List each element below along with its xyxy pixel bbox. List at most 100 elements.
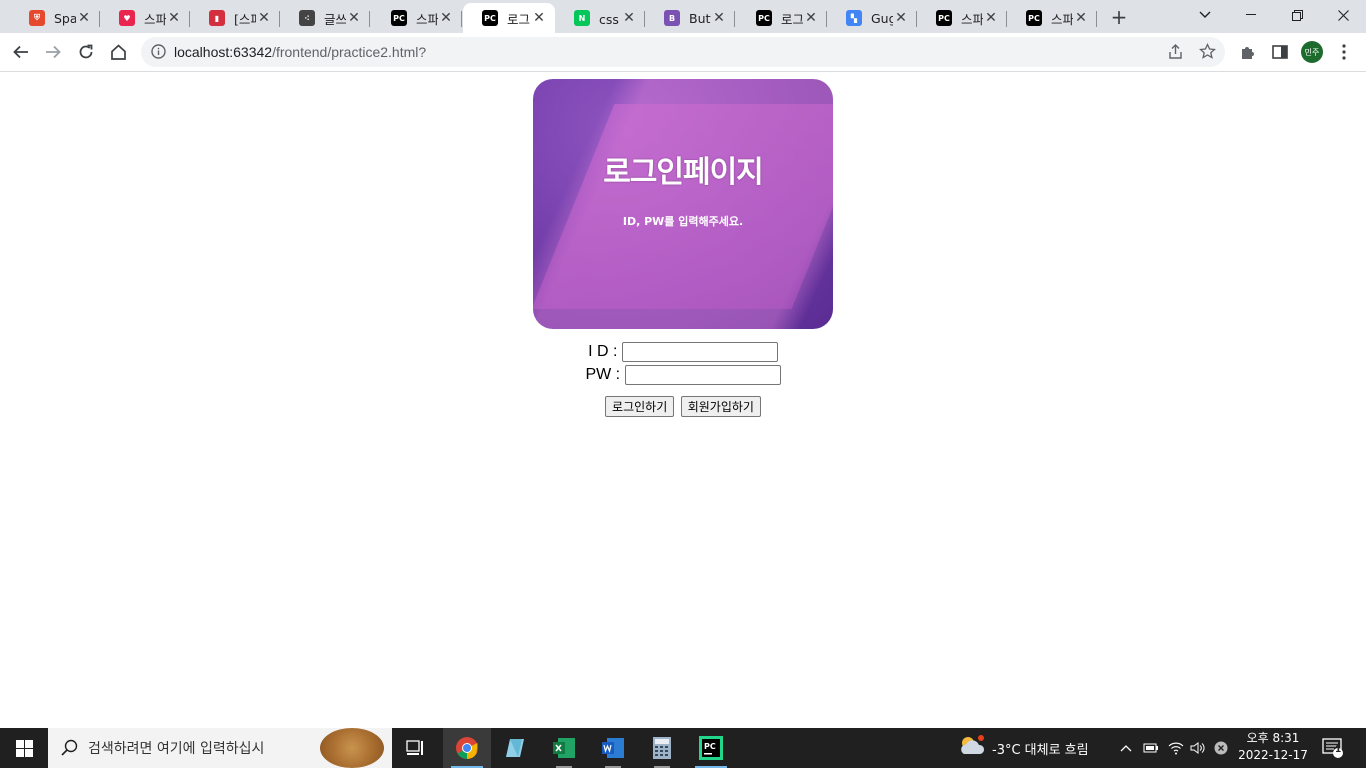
browser-tab[interactable]: B Butto✕ (645, 3, 735, 33)
tab-favicon-icon: PC (936, 10, 952, 26)
taskbar-search-box[interactable]: 검색하려면 여기에 입력하십시 (48, 728, 392, 768)
clock-time: 오후 8:31 (1246, 731, 1300, 745)
tab-favicon-icon: PC (756, 10, 772, 26)
browser-tab[interactable]: PC 로그 ✕ (737, 3, 827, 33)
page-title: 로그인페이지 (603, 155, 764, 190)
id-input[interactable] (621, 341, 778, 362)
browser-tab[interactable]: ⁖ 글쓰 ✕ (280, 3, 370, 33)
browser-tab[interactable]: PC 스파르✕ (1007, 3, 1097, 33)
url-path: /frontend/practice2.html? (272, 44, 427, 60)
tab-close-icon[interactable]: ✕ (983, 10, 999, 26)
search-highlight-badge-icon[interactable] (320, 728, 384, 768)
login-form: I D : PW : 로그인하기 회원가입하기 (0, 340, 1366, 417)
signup-button[interactable]: 회원가입하기 (680, 396, 761, 417)
svg-text:PC: PC (704, 742, 716, 751)
dismiss-circle-icon[interactable] (1214, 728, 1228, 768)
volume-icon[interactable] (1190, 728, 1206, 768)
tab-close-icon[interactable]: ✕ (76, 10, 92, 26)
info-icon[interactable] (151, 44, 166, 63)
task-view-icon[interactable] (392, 728, 440, 768)
tab-title: Butto (689, 10, 711, 26)
side-panel-icon[interactable] (1266, 38, 1294, 66)
battery-icon[interactable] (1143, 728, 1159, 768)
tab-title: 스파르 (961, 11, 983, 27)
tab-close-icon[interactable]: ✕ (803, 10, 819, 26)
extensions-puzzle-icon[interactable] (1234, 38, 1262, 66)
tab-close-icon[interactable]: ✕ (256, 10, 272, 26)
pycharm-app-icon[interactable]: PC (687, 728, 735, 768)
close-window-button[interactable] (1320, 0, 1366, 30)
system-clock[interactable]: 오후 8:31 2022-12-17 (1232, 730, 1314, 764)
weather-widget[interactable]: -3°C 대체로 흐림 (958, 728, 1089, 768)
menu-kebab-icon[interactable] (1330, 38, 1358, 66)
login-banner: 로그인페이지 ID, PW를 입력해주세요. (533, 79, 833, 329)
profile-avatar[interactable]: 민주 (1298, 38, 1326, 66)
url-text[interactable]: localhost:63342/frontend/practice2.html? (174, 44, 426, 60)
browser-toolbar: localhost:63342/frontend/practice2.html?… (0, 33, 1366, 72)
restore-button[interactable] (1274, 0, 1320, 30)
clock-date: 2022-12-17 (1238, 748, 1308, 762)
tab-title: 스파르 (416, 11, 438, 27)
tab-close-icon[interactable]: ✕ (893, 10, 909, 26)
new-tab-button[interactable]: + (1108, 5, 1130, 29)
browser-tab[interactable]: PC 스파르✕ (372, 3, 462, 33)
wifi-icon[interactable] (1168, 728, 1184, 768)
tab-close-icon[interactable]: ✕ (346, 10, 362, 26)
browser-tab[interactable]: ⛨ Sparta✕ (10, 3, 100, 33)
tab-title: 스파르 (1051, 11, 1073, 27)
tab-favicon-icon: N (574, 10, 590, 26)
notification-center-icon[interactable]: 1 (1322, 728, 1344, 768)
reload-icon[interactable] (72, 38, 100, 66)
browser-tab[interactable]: ♥ 스파르✕ (100, 3, 190, 33)
browser-tab[interactable]: PC 로그 ✕ (463, 3, 555, 33)
profile-initials: 민주 (1301, 41, 1323, 63)
tab-favicon-icon: PC (482, 10, 498, 26)
tab-close-icon[interactable]: ✕ (1073, 10, 1089, 26)
show-hidden-icons-chevron-icon[interactable] (1120, 728, 1132, 768)
tab-close-icon[interactable]: ✕ (166, 10, 182, 26)
excel-app-icon[interactable] (540, 728, 588, 768)
calculator-app-icon[interactable] (638, 728, 686, 768)
browser-tab[interactable]: Ncss 구✕ (555, 3, 645, 33)
url-host: localhost:63342 (174, 44, 273, 60)
bookmark-star-icon[interactable] (1198, 42, 1217, 64)
minimize-button[interactable] (1228, 0, 1274, 30)
tab-close-icon[interactable]: ✕ (438, 10, 454, 26)
login-button[interactable]: 로그인하기 (605, 396, 675, 417)
tab-favicon-icon: PC (391, 10, 407, 26)
tab-close-icon[interactable]: ✕ (621, 10, 637, 26)
tab-favicon-icon: B (664, 10, 680, 26)
id-label: I D : (588, 343, 618, 360)
tab-title: Sparta (54, 10, 76, 26)
windows-start-icon[interactable] (0, 728, 48, 768)
notes-app-icon[interactable] (491, 728, 539, 768)
pw-row: PW : (0, 363, 1366, 386)
cloudy-weather-icon (958, 734, 986, 762)
tab-title: [스파 (234, 11, 256, 27)
tab-search-chevron-icon[interactable] (1182, 0, 1228, 30)
pw-label: PW : (585, 366, 621, 383)
tab-favicon-icon: ♥ (119, 10, 135, 26)
browser-tab[interactable]: PC 스파르✕ (917, 3, 1007, 33)
tab-title: Gugl (871, 10, 893, 26)
back-arrow-icon[interactable] (7, 38, 35, 66)
tab-favicon-icon: ⛨ (29, 10, 45, 26)
pw-input[interactable] (624, 364, 781, 385)
word-app-icon[interactable] (589, 728, 637, 768)
tab-close-icon[interactable]: ✕ (531, 10, 547, 26)
tab-favicon-icon: ⁖ (299, 10, 315, 26)
banner-light-overlay (533, 104, 833, 309)
address-bar[interactable]: localhost:63342/frontend/practice2.html? (141, 37, 1225, 67)
home-icon[interactable] (104, 38, 132, 66)
forward-arrow-icon[interactable] (39, 38, 67, 66)
browser-tab[interactable]: ▚ Gugl✕ (827, 3, 917, 33)
share-icon[interactable] (1167, 43, 1184, 64)
weather-text: -3°C 대체로 흐림 (992, 742, 1089, 758)
tab-title: 스파르 (144, 11, 166, 27)
tab-favicon-icon: PC (1026, 10, 1042, 26)
search-icon (61, 739, 78, 760)
browser-tab[interactable]: ▮ [스파✕ (190, 3, 280, 33)
chrome-app-icon[interactable] (443, 728, 491, 768)
tab-close-icon[interactable]: ✕ (711, 10, 727, 26)
tab-separator (369, 11, 370, 27)
